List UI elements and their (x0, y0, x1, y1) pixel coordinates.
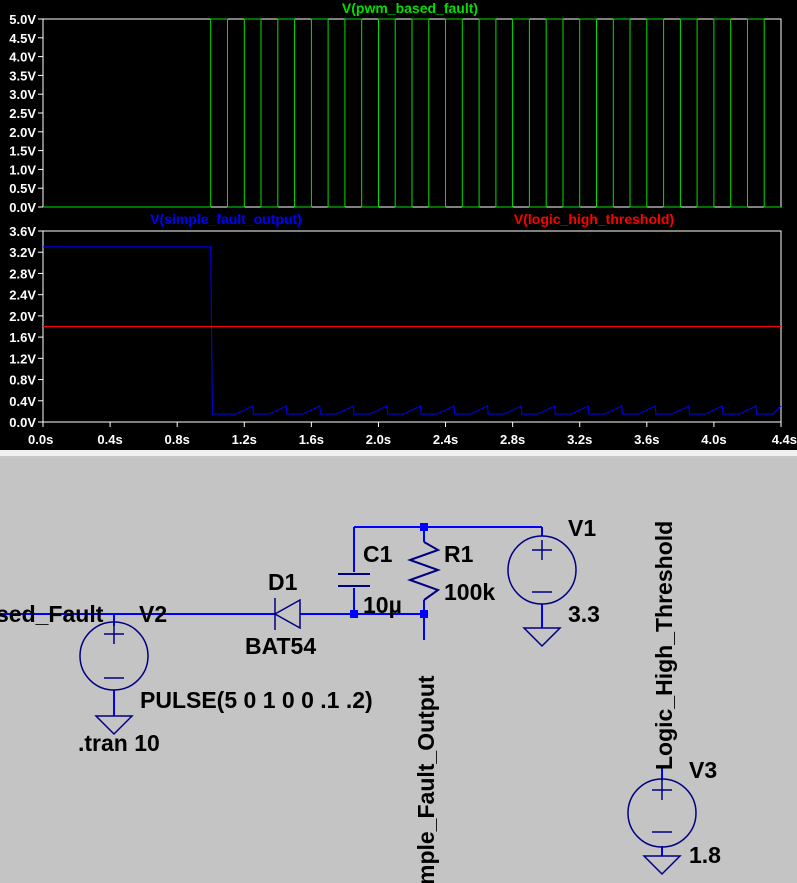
y-tick-label: 0.4V (9, 394, 36, 409)
d1-model[interactable]: BAT54 (245, 633, 316, 659)
x-tick-label: 0.8s (165, 432, 190, 447)
y-tick-label: 2.5V (9, 106, 36, 121)
y-tick-label: 4.0V (9, 50, 36, 65)
c1-capacitor[interactable] (338, 573, 370, 587)
y-tick-label: 0.8V (9, 373, 36, 388)
y-tick-label: 2.0V (9, 125, 36, 140)
x-tick-label: 2.4s (433, 432, 458, 447)
r1-name[interactable]: R1 (444, 541, 474, 567)
ground-icon (642, 855, 682, 876)
y-tick-label: 1.2V (9, 351, 36, 366)
x-tick-label: 4.4s (772, 432, 797, 447)
pwm-series-line[interactable] (43, 18, 781, 208)
x-tick-label: 3.6s (634, 432, 659, 447)
y-tick-label: 5.0V (9, 12, 36, 27)
ground-icon (522, 627, 562, 648)
pwm-trace-label[interactable]: V(pwm_based_fault) (342, 0, 478, 16)
y-tick-label: 1.6V (9, 330, 36, 345)
d1-name[interactable]: D1 (268, 569, 298, 595)
v2-value[interactable]: PULSE(5 0 1 0 0 .1 .2) (140, 687, 373, 713)
y-tick-label: 2.0V (9, 309, 36, 324)
y-tick-label: 3.2V (9, 245, 36, 260)
y-tick-label: 2.4V (9, 288, 36, 303)
y-tick-label: 0.5V (9, 181, 36, 196)
y-tick-label: 1.5V (9, 144, 36, 159)
d1-diode[interactable] (273, 598, 301, 630)
x-tick-label: 1.6s (299, 432, 324, 447)
x-tick-label: 1.2s (232, 432, 257, 447)
x-tick-label: 0.4s (97, 432, 122, 447)
net-label-simple-fault-output[interactable]: mple_Fault_Output (413, 675, 439, 883)
y-tick-label: 3.6V (9, 224, 36, 239)
pwm-pane[interactable]: V(pwm_based_fault) 5.0V 4.5V 4.0V 3.5V 3.0V 2… (9, 0, 782, 215)
simple-fault-series-line[interactable] (43, 246, 782, 415)
tran-directive[interactable]: .tran 10 (78, 730, 160, 756)
y-tick-label: 0.0V (9, 200, 36, 215)
v2-name[interactable]: V2 (139, 601, 167, 627)
fault-pane[interactable]: V(simple_fault_output) V(logic_high_thre… (9, 211, 797, 447)
waveform-viewer[interactable]: V(pwm_based_fault) 5.0V 4.5V 4.0V 3.5V 3.0V 2… (0, 0, 797, 455)
y-tick-label: 3.0V (9, 87, 36, 102)
v1-name[interactable]: V1 (568, 515, 596, 541)
y-tick-label: 3.5V (9, 68, 36, 83)
c1-name[interactable]: C1 (363, 541, 393, 567)
x-tick-label: 4.0s (701, 432, 726, 447)
r1-value[interactable]: 100k (444, 579, 495, 605)
schematic-editor[interactable]: sed_Fault V2 PULSE(5 0 1 0 0 .1 .2) .tra… (0, 459, 797, 883)
x-tick-label: 3.2s (567, 432, 592, 447)
r1-resistor[interactable] (407, 541, 441, 601)
v3-value[interactable]: 1.8 (689, 842, 721, 868)
x-tick-label: 2.0s (366, 432, 391, 447)
v3-voltage-source[interactable] (627, 778, 697, 848)
y-tick-label: 0.0V (9, 415, 36, 430)
schematic-canvas[interactable]: sed_Fault V2 PULSE(5 0 1 0 0 .1 .2) .tra… (0, 459, 797, 883)
net-label-pwm-fault[interactable]: sed_Fault (0, 601, 104, 627)
net-label-logic-high-threshold[interactable]: Logic_High_Threshold (651, 521, 677, 770)
y-tick-label: 4.5V (9, 31, 36, 46)
v1-voltage-source[interactable] (507, 535, 577, 605)
x-tick-label: 2.8s (500, 432, 525, 447)
waveform-plots[interactable]: V(pwm_based_fault) 5.0V 4.5V 4.0V 3.5V 3.0V 2… (0, 0, 797, 455)
v3-name[interactable]: V3 (689, 757, 717, 783)
simple-fault-trace-label[interactable]: V(simple_fault_output) (150, 211, 302, 227)
threshold-trace-label[interactable]: V(logic_high_threshold) (514, 211, 674, 227)
x-tick-label: 0.0s (28, 432, 53, 447)
v1-value[interactable]: 3.3 (568, 601, 600, 627)
y-tick-label: 1.0V (9, 162, 36, 177)
y-tick-label: 2.8V (9, 266, 36, 281)
v2-voltage-source[interactable] (79, 621, 149, 691)
c1-value[interactable]: 10µ (363, 592, 402, 618)
